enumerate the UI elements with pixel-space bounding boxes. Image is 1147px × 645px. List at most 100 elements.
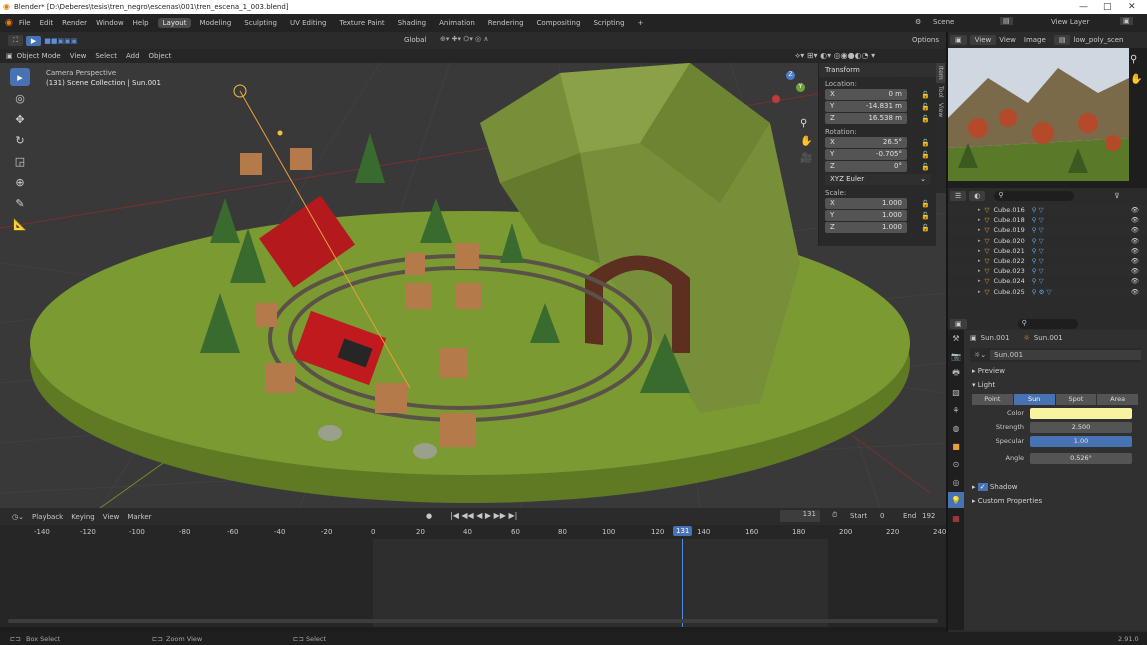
cursor-tool-icon[interactable]: ◎ bbox=[10, 89, 30, 107]
tool-tab-icon[interactable]: ⚒ bbox=[948, 330, 964, 346]
rotation-z-field[interactable]: Z 0° bbox=[825, 161, 907, 172]
record-icon[interactable]: ● bbox=[426, 512, 432, 520]
menu-view[interactable]: View bbox=[103, 513, 120, 521]
scale-z-field[interactable]: Z 1.000 bbox=[825, 222, 907, 233]
menu-edit[interactable]: Edit bbox=[40, 19, 54, 27]
transform-header[interactable]: Transform bbox=[819, 63, 936, 77]
specular-slider[interactable]: 1.00 bbox=[1030, 435, 1132, 447]
menu-window[interactable]: Window bbox=[96, 19, 124, 27]
shading-icons[interactable]: ⟡▾ ⊞▾ ◐▾ ◎◉●◐◔ ▾ bbox=[795, 51, 875, 61]
add-workspace-button[interactable]: + bbox=[633, 18, 649, 28]
lock-icon[interactable]: 🔓 bbox=[921, 212, 930, 220]
location-x-field[interactable]: X0 m bbox=[825, 89, 907, 100]
tab-layout[interactable]: Layout bbox=[157, 18, 192, 28]
tab-compositing[interactable]: Compositing bbox=[532, 18, 586, 28]
outliner-row[interactable]: ▸ ▽ Cube.021 ⚲ ▽ 👁 bbox=[948, 245, 1147, 256]
view-layer-tab-icon[interactable]: ▧ bbox=[948, 384, 964, 400]
outliner-type-icon[interactable]: ☰ bbox=[950, 191, 967, 201]
camera-view-icon[interactable]: 🎥 bbox=[800, 153, 812, 164]
object-tab-icon[interactable]: ■ bbox=[948, 438, 964, 454]
annotate-tool-icon[interactable]: ✎ bbox=[10, 194, 30, 212]
timeline-body[interactable] bbox=[0, 539, 946, 627]
tab-texture-paint[interactable]: Texture Paint bbox=[335, 18, 390, 28]
physics-tab-icon[interactable]: ◎ bbox=[948, 474, 964, 490]
measure-tool-icon[interactable]: 📐 bbox=[10, 215, 30, 233]
minimize-button[interactable]: — bbox=[1079, 2, 1088, 12]
shadow-panel[interactable]: ▸ ✓ Shadow bbox=[964, 480, 1147, 494]
editor-type-icon[interactable]: ⛶ bbox=[8, 35, 23, 46]
outliner-row[interactable]: ▸ ▽ Cube.023 ⚲ ▽ 👁 bbox=[948, 266, 1147, 277]
render-preview[interactable]: ⚲ ✋ bbox=[948, 48, 1147, 188]
custom-properties-panel[interactable]: ▸ Custom Properties bbox=[964, 494, 1147, 508]
rotation-y-field[interactable]: Y -0.705° bbox=[825, 149, 907, 160]
view-layer-add-icon[interactable]: ▣ bbox=[1120, 17, 1133, 25]
scale-y-field[interactable]: Y 1.000 bbox=[825, 210, 907, 221]
rotation-x-field[interactable]: X 26.5° bbox=[825, 137, 907, 148]
filter-icon[interactable]: ⊽ bbox=[1114, 192, 1119, 200]
menu-add[interactable]: Add bbox=[126, 52, 140, 60]
tab-modeling[interactable]: Modeling bbox=[194, 18, 236, 28]
menu-keying[interactable]: Keying bbox=[71, 513, 95, 521]
tab-scripting[interactable]: Scripting bbox=[588, 18, 629, 28]
pan-hand-icon[interactable]: ✋ bbox=[800, 136, 812, 147]
outliner-row[interactable]: ▸ ▽ Cube.020 ⚲ ▽ 👁 bbox=[948, 236, 1147, 246]
light-type-spot[interactable]: Spot bbox=[1055, 394, 1097, 405]
blender-menu-icon[interactable]: ◉ bbox=[5, 18, 13, 28]
lock-icon[interactable]: 🔓 bbox=[921, 151, 930, 159]
select-mode-icon[interactable]: ▶ bbox=[25, 35, 42, 46]
properties-type-icon[interactable]: ▣ bbox=[950, 318, 967, 329]
scene-selector[interactable]: Scene bbox=[933, 18, 954, 26]
lock-icon[interactable]: 🔓 bbox=[921, 115, 930, 123]
mode-dropdown[interactable]: Object Mode bbox=[17, 52, 61, 60]
light-type-sun[interactable]: Sun bbox=[1013, 394, 1055, 405]
lock-icon[interactable]: 🔓 bbox=[921, 139, 930, 147]
light-datablock-selector[interactable]: ☼⌄ Sun.001 bbox=[970, 348, 1141, 362]
outliner-row[interactable]: ▸ ▽ Cube.025 ⚲ ⚙ ▽ 👁 bbox=[948, 286, 1147, 297]
view-mode-dropdown[interactable]: View bbox=[969, 35, 997, 45]
color-swatch[interactable] bbox=[1030, 407, 1132, 419]
pan-hand-icon[interactable]: ✋ bbox=[1130, 74, 1142, 85]
3d-viewport[interactable]: Camera Perspective (131) Scene Collectio… bbox=[0, 63, 946, 508]
scene-icon[interactable]: ⚙ bbox=[915, 18, 921, 26]
gizmo-x-icon[interactable] bbox=[772, 95, 780, 103]
constraints-tab-icon[interactable]: ⊙ bbox=[948, 456, 964, 472]
lock-icon[interactable]: 🔓 bbox=[921, 224, 930, 232]
render-tab-icon[interactable]: 📷 bbox=[948, 348, 964, 364]
timeline-ruler[interactable]: -140 -120 -100 -80 -60 -40 -20 0 20 40 6… bbox=[0, 525, 946, 539]
tab-sculpting[interactable]: Sculpting bbox=[239, 18, 282, 28]
preview-panel[interactable]: ▸ Preview bbox=[964, 364, 1147, 378]
outliner-row[interactable]: ▸ ▽ Cube.018 ⚲ ▽ 👁 bbox=[948, 215, 1147, 225]
world-tab-icon[interactable]: ◍ bbox=[948, 420, 964, 436]
outliner-row[interactable]: ▸ ▽ Cube.016 ⚲ ▽ 👁 bbox=[948, 205, 1147, 216]
tab-shading[interactable]: Shading bbox=[393, 18, 431, 28]
scale-tool-icon[interactable]: ◲ bbox=[10, 152, 30, 170]
current-frame-field[interactable]: 131 bbox=[780, 510, 820, 522]
close-button[interactable]: ✕ bbox=[1128, 2, 1136, 12]
display-mode-icon[interactable]: ◐ bbox=[969, 191, 986, 201]
start-field[interactable]: 0 bbox=[880, 512, 884, 520]
scale-x-field[interactable]: X 1.000 bbox=[825, 198, 907, 209]
transform-tool-icon[interactable]: ⊕ bbox=[10, 173, 30, 191]
menu-file[interactable]: File bbox=[19, 19, 31, 27]
playhead-frame-badge[interactable]: 131 bbox=[673, 526, 693, 536]
tab-rendering[interactable]: Rendering bbox=[483, 18, 529, 28]
move-tool-icon[interactable]: ✥ bbox=[10, 110, 30, 128]
transform-orientation-dropdown[interactable]: Global bbox=[404, 36, 426, 44]
shadow-checkbox[interactable]: ✓ bbox=[977, 483, 988, 491]
properties-search-input[interactable]: ⚲ bbox=[1017, 318, 1078, 329]
menu-playback[interactable]: Playback bbox=[32, 513, 63, 521]
timeline-scrollbar[interactable] bbox=[8, 619, 938, 623]
light-type-area[interactable]: Area bbox=[1097, 394, 1138, 405]
image-browse-icon[interactable]: ▤ bbox=[1053, 35, 1071, 45]
gizmo-y-icon[interactable]: Y bbox=[796, 83, 805, 92]
maximize-button[interactable]: □ bbox=[1103, 2, 1112, 12]
zoom-icon[interactable]: ⚲ bbox=[1130, 54, 1137, 65]
outliner-search-input[interactable]: ⚲ bbox=[994, 191, 1075, 201]
tab-view[interactable]: View bbox=[936, 100, 945, 120]
light-panel[interactable]: ▾ Light bbox=[964, 378, 1147, 392]
menu-view[interactable]: View bbox=[70, 52, 87, 60]
angle-field[interactable]: 0.526° bbox=[1030, 452, 1132, 464]
menu-view[interactable]: View bbox=[999, 36, 1016, 44]
menu-object[interactable]: Object bbox=[149, 52, 172, 60]
gizmo-z-icon[interactable]: Z bbox=[786, 71, 795, 80]
